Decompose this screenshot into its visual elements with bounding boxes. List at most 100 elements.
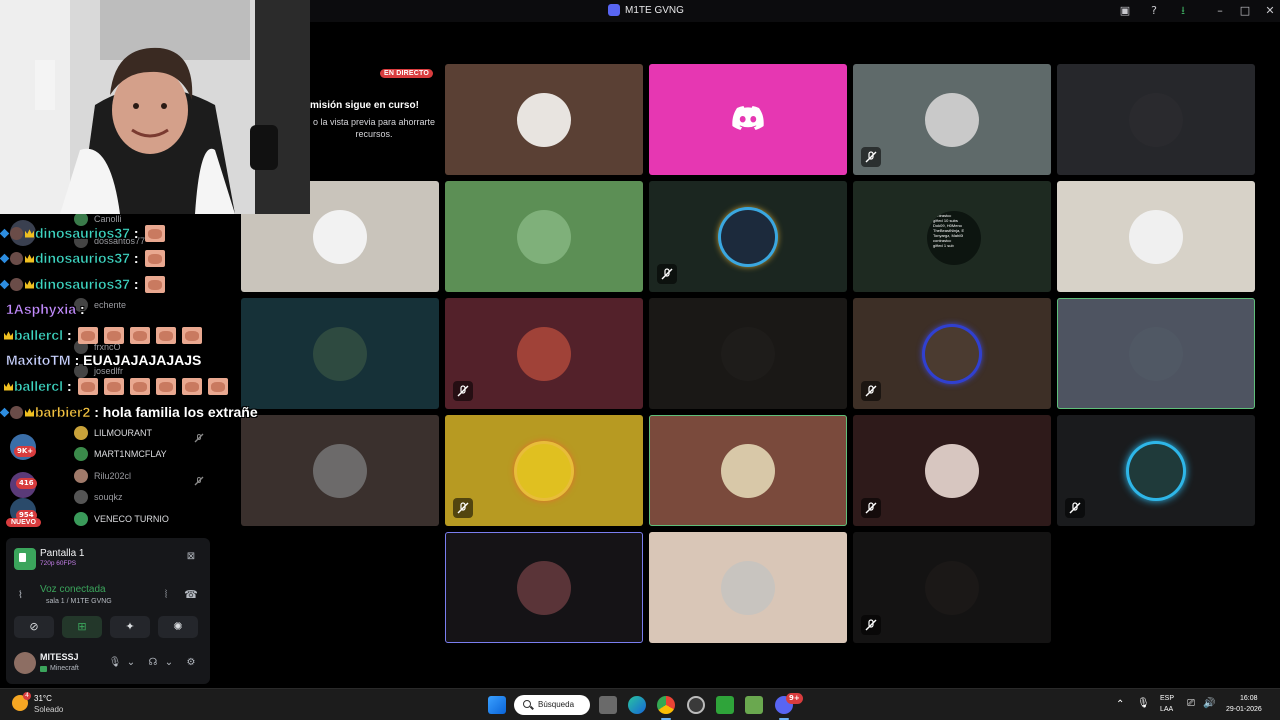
member-row[interactable]: souqkz bbox=[74, 488, 210, 506]
muted-mic-icon bbox=[1065, 498, 1085, 518]
minecraft-launcher-icon[interactable] bbox=[745, 696, 763, 714]
temperature: 31°C bbox=[34, 694, 52, 703]
chat-message: dinosaurios37: bbox=[0, 222, 165, 244]
participant-avatar bbox=[1129, 93, 1183, 147]
participant-tile[interactable] bbox=[649, 181, 847, 292]
input-layout[interactable]: LAA bbox=[1160, 706, 1173, 713]
network-icon[interactable]: ⎚ bbox=[1187, 698, 1195, 709]
close-button[interactable]: ✕ bbox=[1262, 3, 1278, 19]
participant-avatar bbox=[925, 93, 979, 147]
participant-tile-speaking[interactable] bbox=[1057, 298, 1255, 409]
member-row[interactable]: LILMOURANT bbox=[74, 424, 210, 443]
disconnect-icon[interactable]: ☎ bbox=[183, 588, 199, 604]
participant-tile[interactable] bbox=[445, 64, 643, 175]
participant-tile[interactable] bbox=[853, 532, 1051, 643]
participant-avatar bbox=[721, 327, 775, 381]
input-language[interactable]: ESP bbox=[1160, 695, 1174, 702]
mic-tray-icon[interactable]: 🎙 bbox=[1137, 698, 1150, 709]
microphone-icon[interactable]: 🎙 bbox=[108, 656, 122, 670]
clock-time[interactable]: 16:08 bbox=[1240, 695, 1258, 702]
live-stream-notice: EN DIRECTO misión sigue en curso! o la v… bbox=[310, 64, 438, 164]
settings-gear-icon[interactable]: ⚙ bbox=[184, 656, 198, 670]
chat-text: : bbox=[133, 250, 139, 266]
participant-tile[interactable] bbox=[241, 415, 439, 526]
chevron-down-icon[interactable]: ⌄ bbox=[124, 656, 138, 670]
gift-card-avatar: contrastcc gifted 10 subs Dok09, H0Meno … bbox=[927, 211, 981, 265]
emote-icon bbox=[144, 224, 165, 242]
minimize-button[interactable]: – bbox=[1212, 3, 1228, 19]
maximize-button[interactable]: □ bbox=[1237, 3, 1253, 19]
minecraft-icon[interactable] bbox=[716, 696, 734, 714]
member-name: LILMOURANT bbox=[94, 428, 153, 438]
stop-stream-icon[interactable]: ⊠ bbox=[184, 550, 198, 564]
member-row[interactable]: Rilu202cl bbox=[74, 467, 210, 486]
user-avatar[interactable] bbox=[14, 652, 36, 674]
muted-mic-icon bbox=[861, 498, 881, 518]
edge-icon[interactable] bbox=[628, 696, 646, 714]
member-avatar bbox=[74, 447, 88, 461]
clock-date[interactable]: 29-01-2026 bbox=[1226, 706, 1262, 713]
participant-tile[interactable] bbox=[649, 298, 847, 409]
participant-avatar bbox=[517, 93, 571, 147]
participant-tile[interactable] bbox=[445, 181, 643, 292]
member-avatar bbox=[74, 469, 88, 483]
chevron-down-icon[interactable]: ⌄ bbox=[162, 656, 176, 670]
chat-username: MaxitoTM bbox=[6, 352, 71, 368]
noise-suppression-icon[interactable]: ⦚ bbox=[158, 588, 174, 604]
user-status: Minecraft bbox=[50, 665, 79, 672]
chat-text: : EUAJAJAJAJAJS bbox=[74, 352, 202, 368]
muted-mic-icon bbox=[657, 264, 677, 284]
member-row[interactable]: MART1NMCFLAY bbox=[74, 445, 210, 463]
user-badge-icon bbox=[10, 277, 23, 291]
inbox-icon[interactable]: ▣ bbox=[1117, 3, 1133, 19]
participant-tile[interactable] bbox=[1057, 64, 1255, 175]
member-name: echente bbox=[94, 300, 127, 310]
user-name[interactable]: MITESSJ bbox=[40, 652, 79, 662]
participant-tile[interactable] bbox=[853, 64, 1051, 175]
member-row[interactable]: VENECO TURNIO bbox=[74, 510, 210, 528]
participant-tile[interactable] bbox=[649, 532, 847, 643]
participant-tile-selected[interactable] bbox=[445, 532, 643, 643]
tray-chevron-icon[interactable]: ⌃ bbox=[1116, 699, 1124, 710]
muted-mic-icon bbox=[861, 381, 881, 401]
volume-icon[interactable]: 🔊 bbox=[1203, 698, 1215, 709]
chat-username: ballercl bbox=[14, 378, 64, 394]
start-icon[interactable] bbox=[488, 696, 506, 714]
voice-status[interactable]: Voz conectada bbox=[40, 584, 106, 595]
participant-tile[interactable] bbox=[1057, 415, 1255, 526]
muted-mic-icon bbox=[453, 498, 473, 518]
participant-tile[interactable] bbox=[853, 298, 1051, 409]
task-view-icon[interactable] bbox=[599, 696, 617, 714]
member-avatar bbox=[74, 512, 88, 526]
search-box[interactable]: Búsqueda bbox=[514, 695, 590, 715]
camera-toggle-button[interactable]: ⊘ bbox=[14, 616, 54, 638]
participant-tile[interactable] bbox=[241, 298, 439, 409]
chrome-icon[interactable] bbox=[657, 696, 675, 714]
obs-icon[interactable] bbox=[687, 696, 705, 714]
chat-text: : bbox=[67, 378, 72, 394]
soundboard-button[interactable]: ✺ bbox=[158, 616, 198, 638]
member-row[interactable]: echente bbox=[74, 296, 210, 314]
headphones-icon[interactable]: ☊ bbox=[146, 656, 160, 670]
emote-icon bbox=[77, 377, 98, 395]
live-subtitle: o la vista previa para ahorrarte recurso… bbox=[312, 117, 436, 139]
participant-tile[interactable]: contrastcc gifted 10 subs Dok09, H0Meno … bbox=[853, 181, 1051, 292]
screen-share-button[interactable]: ⊞ bbox=[62, 616, 102, 638]
muted-mic-icon bbox=[861, 615, 881, 635]
help-icon[interactable]: ? bbox=[1146, 3, 1162, 19]
participant-tile[interactable] bbox=[853, 415, 1051, 526]
muted-mic-icon bbox=[861, 147, 881, 167]
participant-avatar bbox=[313, 444, 367, 498]
participant-tile-speaking[interactable] bbox=[649, 415, 847, 526]
activities-button[interactable]: ✦ bbox=[110, 616, 150, 638]
participant-avatar bbox=[925, 444, 979, 498]
participant-tile[interactable] bbox=[649, 64, 847, 175]
download-icon[interactable]: ⭳ bbox=[1175, 3, 1191, 19]
participant-tile[interactable] bbox=[445, 415, 643, 526]
chat-message: dinosaurios37: bbox=[0, 247, 165, 269]
connection-signal-icon[interactable]: ⌇ bbox=[18, 590, 32, 604]
participant-avatar bbox=[517, 327, 571, 381]
participant-tile[interactable] bbox=[445, 298, 643, 409]
participant-tile[interactable] bbox=[1057, 181, 1255, 292]
member-avatar bbox=[74, 490, 88, 504]
